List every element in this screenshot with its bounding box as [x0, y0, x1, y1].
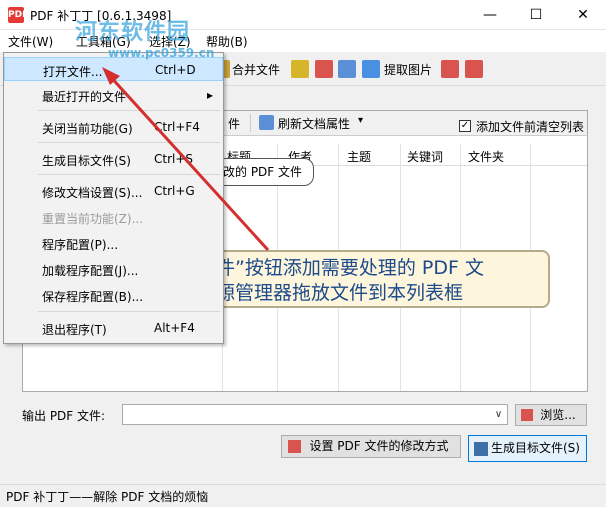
hint-bubble: 改的 PDF 文件: [210, 158, 314, 186]
menu-item-save-config[interactable]: 保存程序配置(B)...: [4, 283, 223, 307]
output-file-input[interactable]: [122, 404, 508, 425]
file-menu-dropdown: 打开文件... Ctrl+D 最近打开的文件 ▸ 关闭当前功能(G) Ctrl+…: [3, 52, 224, 344]
callout-line-1: 件”按钮添加需要处理的 PDF 文: [216, 257, 484, 279]
menu-item-generate-target[interactable]: 生成目标文件(S) Ctrl+S: [4, 147, 223, 171]
callout-line-2: 源管理器拖放文件到本列表框: [216, 282, 464, 304]
minimize-button[interactable]: —: [467, 0, 513, 30]
chevron-down-icon[interactable]: ∨: [490, 405, 507, 424]
menu-file[interactable]: 文件(W): [8, 33, 53, 50]
menu-separator: [38, 311, 220, 312]
column-subject[interactable]: 主题: [347, 148, 371, 165]
tool-icon[interactable]: [291, 60, 309, 78]
refresh-dropdown-icon[interactable]: ▾: [358, 115, 363, 126]
clear-list-label: 添加文件前清空列表: [476, 120, 585, 134]
watermark: 河东软件园: [75, 20, 191, 45]
watermark-url: www.pc0359.cn: [108, 46, 215, 60]
maximize-button[interactable]: ☐: [513, 0, 559, 30]
output-label: 输出 PDF 文件:: [22, 409, 106, 423]
refresh-icon[interactable]: [259, 115, 274, 130]
generate-target-label: 生成目标文件(S): [491, 441, 580, 455]
column-keywords[interactable]: 关键词: [407, 148, 443, 165]
menu-item-reset-function: 重置当前功能(Z)...: [42, 212, 144, 226]
menu-item-load-config[interactable]: 加载程序配置(J)...: [4, 257, 223, 281]
menu-item-exit[interactable]: 退出程序(T) Alt+F4: [4, 316, 223, 340]
menu-item-modify-settings[interactable]: 修改文档设置(S)... Ctrl+G: [4, 179, 223, 203]
menu-separator: [38, 110, 220, 111]
toolbar-separator: [250, 114, 251, 132]
pdf-image-icon[interactable]: [441, 60, 459, 78]
pdf-export-icon[interactable]: [465, 60, 483, 78]
menu-separator: [38, 142, 220, 143]
save-icon: [474, 442, 488, 456]
add-file-button-partial[interactable]: 件: [228, 115, 240, 132]
pdf-tool-icon[interactable]: [315, 60, 333, 78]
browse-button[interactable]: 浏览...: [515, 404, 587, 426]
status-text: PDF 补丁丁——解除 PDF 文档的烦恼: [6, 490, 209, 504]
image-icon[interactable]: [362, 60, 380, 78]
modify-method-label: 设置 PDF 文件的修改方式: [309, 439, 449, 453]
extract-images-button[interactable]: 提取图片: [384, 61, 432, 78]
clear-list-checkbox[interactable]: ✓: [459, 120, 471, 132]
menu-item-close-function[interactable]: 关闭当前功能(G) Ctrl+F4: [4, 115, 223, 139]
column-folder[interactable]: 文件夹: [468, 148, 504, 165]
menu-item-recent-files[interactable]: 最近打开的文件 ▸: [4, 83, 223, 107]
app-icon: PDF: [8, 7, 28, 23]
menu-item-open-file[interactable]: 打开文件... Ctrl+D: [4, 57, 223, 81]
merge-files-button[interactable]: 合并文件: [232, 61, 280, 78]
submenu-arrow-icon: ▸: [207, 88, 214, 102]
modify-method-button[interactable]: 设置 PDF 文件的修改方式: [281, 435, 461, 458]
pdf-icon: [288, 440, 301, 453]
generate-target-button[interactable]: 生成目标文件(S): [468, 435, 587, 462]
refresh-properties-button[interactable]: 刷新文档属性: [278, 115, 350, 132]
menu-item-program-config[interactable]: 程序配置(P)...: [4, 231, 223, 255]
close-button[interactable]: ✕: [560, 0, 606, 30]
menu-separator: [38, 174, 220, 175]
convert-icon[interactable]: [338, 60, 356, 78]
pdf-icon: [521, 409, 533, 421]
browse-label: 浏览...: [540, 408, 576, 422]
instruction-callout: 件”按钮添加需要处理的 PDF 文 源管理器拖放文件到本列表框: [200, 250, 550, 308]
